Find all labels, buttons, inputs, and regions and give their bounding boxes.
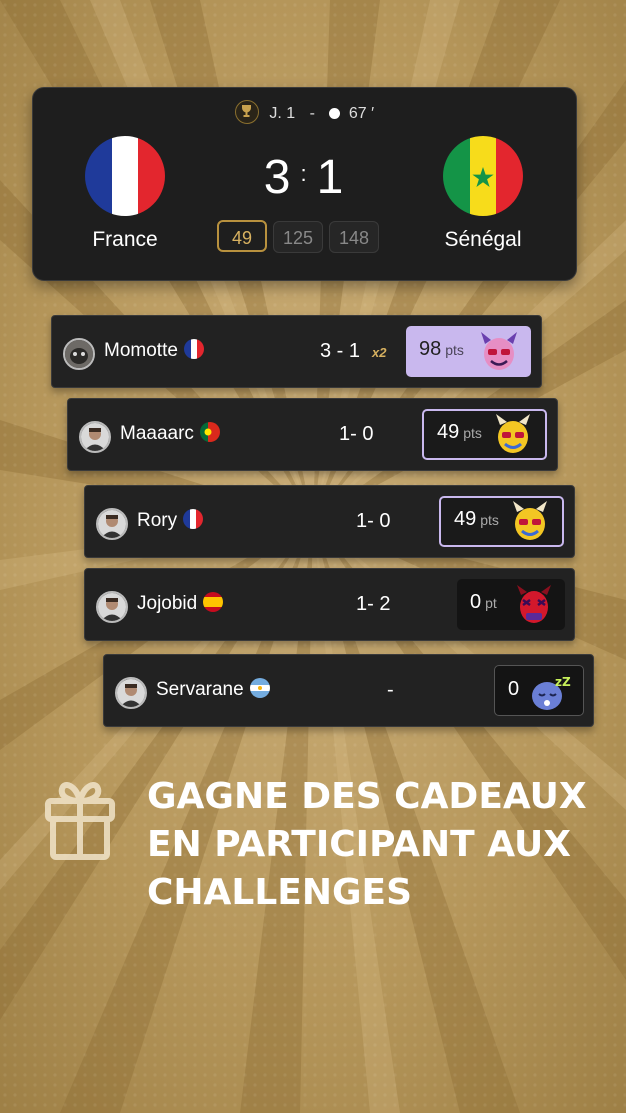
info-separator: -: [309, 105, 315, 123]
points-box: 98 pts: [406, 326, 531, 377]
points-unit: pts: [463, 425, 482, 441]
prediction-score: 1- 0: [339, 423, 374, 445]
flag-spain-icon: [203, 591, 224, 612]
away-score: 1: [316, 151, 346, 204]
home-team-name: France: [92, 228, 158, 251]
prediction-row[interactable]: Rory 1- 0 49 pts: [84, 485, 575, 558]
points-box: 49 pts: [439, 496, 564, 547]
points-pill[interactable]: 125: [273, 221, 323, 253]
points-box: 49 pts: [422, 409, 547, 460]
prediction-row[interactable]: Jojobid 1- 2 0 pt: [84, 568, 575, 641]
username: Servarane: [156, 677, 270, 701]
match-info: J. 1 - 67 ′: [33, 100, 576, 126]
mascot-sleeping-blue-icon: zZ: [527, 670, 573, 719]
points-unit: pts: [445, 342, 464, 358]
mascot-red-devil-icon: [513, 583, 555, 632]
avatar: [79, 421, 111, 453]
points-value: 49: [437, 421, 460, 443]
username: Momotte: [104, 338, 204, 362]
points-value: 0: [508, 678, 520, 700]
avatar: [63, 338, 95, 370]
points-box: 0 pt: [457, 579, 565, 630]
live-dot-icon: [329, 107, 341, 119]
round-label: J. 1: [269, 105, 296, 123]
prediction-score: 1- 2: [356, 593, 391, 615]
score-separator: :: [300, 161, 309, 186]
flag-portugal-icon: [199, 421, 220, 442]
mascot-demon-pink-icon: [477, 330, 521, 379]
points-value: 49: [454, 508, 477, 530]
home-score: 3: [263, 151, 293, 204]
promo-line-1: GAGNE DES CADEAUX: [147, 776, 587, 817]
points-box: 0 zZ: [494, 665, 584, 716]
prediction-row[interactable]: Servarane - 0 zZ: [103, 654, 594, 727]
prediction-score: 3 - 1 x2: [320, 340, 387, 362]
flag-france-icon: [183, 508, 204, 529]
points-value: 0: [470, 591, 482, 613]
multiplier-badge: x2: [372, 345, 387, 360]
points-pill[interactable]: 49: [217, 220, 267, 252]
flag-senegal-away: [443, 136, 523, 216]
points-unit: pts: [480, 512, 499, 528]
svg-text:zZ: zZ: [555, 675, 571, 689]
avatar: [115, 677, 147, 709]
promo-headline: GAGNE DES CADEAUX EN PARTICIPANT AUX CHA…: [147, 773, 587, 917]
promo-line-3: CHALLENGES: [147, 872, 413, 913]
promo-line-2: EN PARTICIPANT AUX: [147, 824, 571, 865]
points-unit: pt: [485, 595, 497, 611]
gift-icon: [42, 775, 118, 866]
prediction-row[interactable]: Momotte 3 - 1 x2 98 pts: [51, 315, 542, 388]
match-minute: 67 ′: [348, 105, 375, 123]
prediction-score: -: [387, 679, 394, 701]
points-value: 98: [419, 338, 442, 360]
mascot-yellow-horned-icon: [491, 413, 535, 462]
points-tabs: 49 125 148: [217, 220, 385, 253]
avatar: [96, 508, 128, 540]
username: Rory: [137, 508, 204, 532]
flag-argentina-icon: [249, 677, 270, 698]
trophy-icon: [234, 100, 259, 124]
match-scorecard[interactable]: J. 1 - 67 ′ France 3:1 49 125 148 Sénégal: [32, 87, 577, 281]
prediction-score: 1- 0: [356, 510, 391, 532]
away-team-name: Sénégal: [444, 228, 522, 251]
avatar: [96, 591, 128, 623]
flag-france-icon: [183, 338, 204, 359]
mascot-yellow-horned-icon: [508, 500, 552, 549]
username: Jojobid: [137, 591, 224, 615]
username: Maaaarc: [120, 421, 220, 445]
points-pill[interactable]: 148: [329, 221, 379, 253]
prediction-row[interactable]: Maaaarc 1- 0 49 pts: [67, 398, 558, 471]
